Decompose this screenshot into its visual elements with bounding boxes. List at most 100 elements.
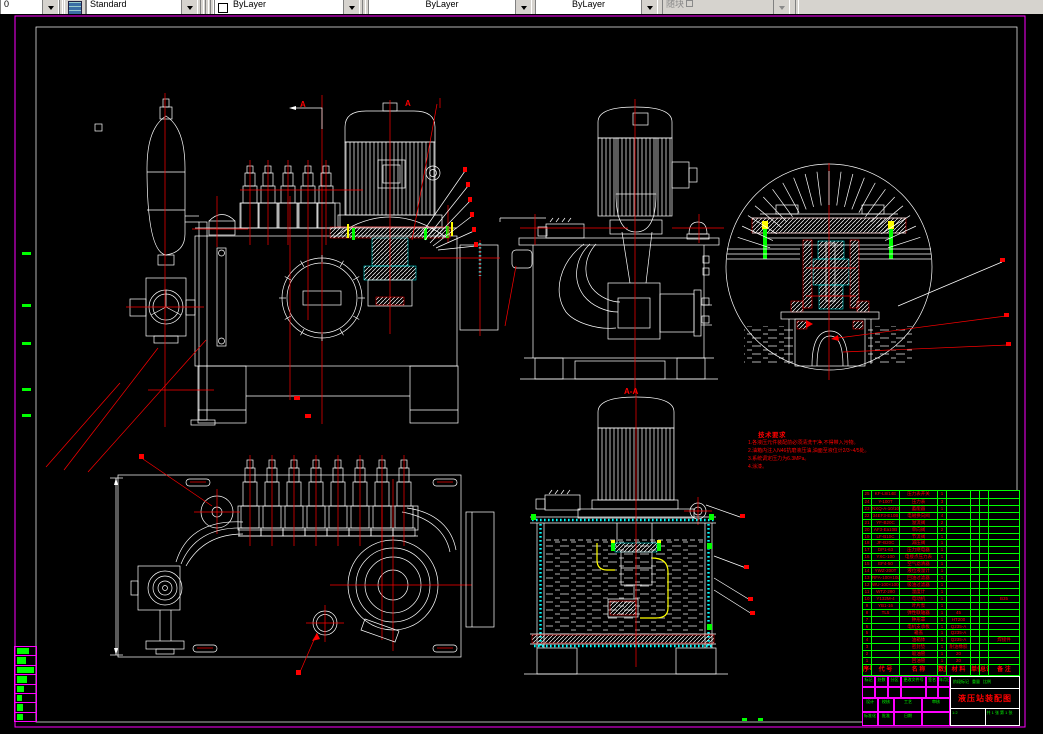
table-cell <box>971 525 980 533</box>
table-cell <box>947 594 971 602</box>
color-swatch-icon <box>218 2 228 13</box>
table-cell <box>947 580 971 588</box>
strip-row <box>15 703 36 713</box>
table-cell <box>971 574 980 581</box>
layers-button[interactable] <box>64 0 86 14</box>
table-cell <box>980 615 989 623</box>
lineweight-combo[interactable]: ByLayer <box>535 0 658 14</box>
table-row: 23 NXQ-A-10/10-L 蓄能器 1 <box>863 504 1019 512</box>
parts-list-table: 25 KF-L8/14E 压力表开关 1 24 Y-100T 压力表 3 23 NXQ-A-10/… <box>862 490 1020 676</box>
table-cell: 4 <box>863 636 872 644</box>
tb-cell: 年月日 <box>938 676 950 687</box>
table-row: 21 YF-B20C 溢流阀 2 <box>863 518 1019 526</box>
strip-row <box>15 713 36 721</box>
plotstyle-combo: 随块 <box>662 0 790 14</box>
table-cell <box>971 497 980 505</box>
table-cell <box>947 497 971 505</box>
table-cell <box>947 587 971 595</box>
table-cell <box>947 532 971 540</box>
table-cell: 15 <box>863 560 872 568</box>
toolbar-separator <box>795 0 799 14</box>
table-row: 5 箱盖 1 Q235-A <box>863 629 1019 637</box>
linetype-combo[interactable]: ByLayer <box>368 0 532 14</box>
color-combo[interactable]: ByLayer <box>214 0 360 14</box>
table-cell <box>989 601 1019 609</box>
strip-row <box>15 685 36 694</box>
table-cell <box>971 511 980 519</box>
table-cell: 45 <box>947 608 971 616</box>
tb-cell: 日期 <box>894 712 922 726</box>
tb-cell <box>922 712 950 726</box>
table-cell <box>971 650 980 658</box>
table-row: 15 EF4-50 空气滤清器 1 <box>863 560 1019 568</box>
table-cell <box>947 518 971 526</box>
table-cell: WTZ-280 <box>872 587 900 595</box>
linetype-value: ByLayer <box>425 0 459 9</box>
table-cell <box>989 518 1019 526</box>
table-row: 7 钟形罩 1 HT200 <box>863 615 1019 623</box>
chevron-down-icon[interactable] <box>515 0 531 14</box>
note-line: 4.涂漆。 <box>748 464 768 470</box>
table-cell: 密封垫 <box>900 643 938 651</box>
table-cell: 节流阀 <box>900 532 938 540</box>
layer-combo[interactable]: 0 <box>0 0 59 14</box>
table-cell: 材 料 <box>947 664 971 676</box>
table-cell: 电机支承板 <box>900 622 938 630</box>
table-cell <box>980 497 989 505</box>
table-cell <box>980 532 989 540</box>
table-cell: EF4-50 <box>872 560 900 568</box>
table-cell: 6 <box>863 622 872 630</box>
tech-notes-lines: 1.各液压元件装配前必须清洗干净,不得带入污物。 2.油箱内注入N46抗磨液压油,… <box>748 439 898 471</box>
chevron-down-icon[interactable] <box>641 0 657 14</box>
table-cell: 1 <box>938 560 947 568</box>
table-row: 19 LF-B10C 节流阀 1 <box>863 532 1019 540</box>
table-cell <box>989 532 1019 540</box>
table-cell <box>971 636 980 644</box>
section-label-a-right: A <box>405 99 411 108</box>
table-cell <box>971 532 980 540</box>
table-row: 4 油箱体 1 Q235-A 焊接件 <box>863 636 1019 644</box>
note-line: 1.各液压元件装配前必须清洗干净,不得带入污物。 <box>748 440 859 446</box>
table-cell: 箱盖 <box>900 629 938 637</box>
tb-cell: 更改文件号 <box>901 676 926 687</box>
toolbar-separator <box>362 0 366 14</box>
chevron-down-icon[interactable] <box>343 0 359 14</box>
table-cell: 总计 <box>980 664 989 676</box>
table-cell: 减压阀 <box>900 539 938 547</box>
table-cell: JF-B20C <box>872 539 900 547</box>
table-row: 10 Y132M-4 电动机 1 B35 <box>863 594 1019 602</box>
chevron-down-icon[interactable] <box>42 0 58 14</box>
table-cell <box>989 491 1019 498</box>
table-cell <box>980 574 989 581</box>
strip-row <box>15 694 36 704</box>
table-cell <box>947 491 971 498</box>
table-cell: 钟形罩 <box>900 615 938 623</box>
text-style-combo[interactable]: Standard <box>86 0 198 14</box>
table-cell: 10 <box>863 594 872 602</box>
table-cell: 1 <box>938 608 947 616</box>
parts-list-rows: 25 KF-L8/14E 压力表开关 1 24 Y-100T 压力表 3 23 NXQ-A-10/… <box>863 491 1019 676</box>
table-cell: 16 <box>863 553 872 561</box>
table-cell <box>980 608 989 616</box>
table-cell: 蓄能器 <box>900 504 938 512</box>
tb-cell: 签名 <box>926 676 938 687</box>
table-row: 16 YXC-100 电接点压力表 1 <box>863 553 1019 561</box>
table-cell: YXC-100 <box>872 553 900 561</box>
table-cell <box>971 615 980 623</box>
table-cell: 1 <box>938 636 947 644</box>
table-row: 18 JF-B20C 减压阀 1 <box>863 539 1019 547</box>
table-cell: 吸油过滤器 <box>900 580 938 588</box>
table-cell <box>980 525 989 533</box>
table-row: 25 KF-L8/14E 压力表开关 1 <box>863 491 1019 498</box>
view-front-elevation: A A <box>45 93 500 473</box>
table-cell: 回油过滤器 <box>900 574 938 581</box>
table-cell: 20 <box>947 650 971 658</box>
table-cell: 21 <box>863 518 872 526</box>
title-block-signature-grid: 设计 校核 工艺 审核 标准化 批准 日期 <box>862 698 950 726</box>
chevron-down-icon[interactable] <box>181 0 197 14</box>
table-row: 24 Y-100T 压力表 3 <box>863 497 1019 505</box>
table-cell <box>971 546 980 554</box>
strip-row <box>15 675 36 685</box>
parts-list-header-row: 序号代 号名 称数量材 料单件总计备 注 <box>863 664 1019 676</box>
table-cell <box>971 587 980 595</box>
